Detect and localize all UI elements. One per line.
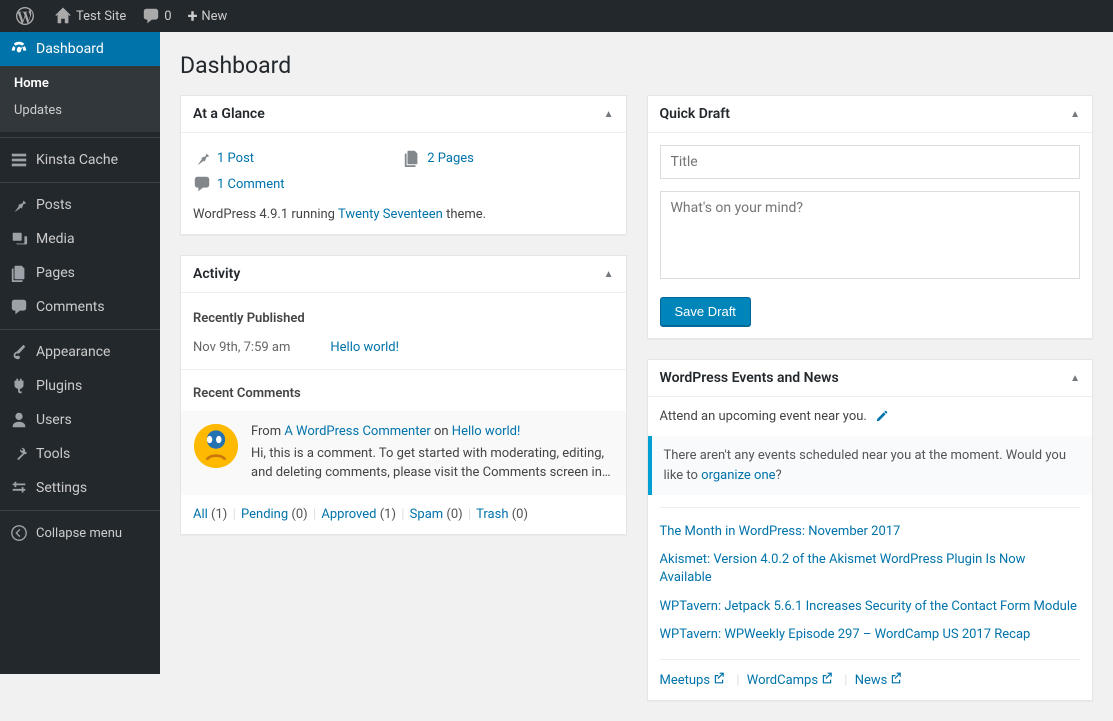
pages-icon (10, 264, 28, 282)
submenu-dashboard: Home Updates (0, 66, 160, 132)
comment-body: Hi, this is a comment. To get started wi… (251, 445, 614, 483)
pencil-icon[interactable] (874, 410, 888, 424)
kinsta-icon (10, 151, 28, 169)
news-link[interactable]: The Month in WordPress: November 2017 (660, 518, 1081, 546)
menu-tools[interactable]: Tools (0, 437, 160, 471)
comment-on: on (431, 424, 452, 439)
site-name: Test Site (76, 9, 126, 24)
wordcamps-link[interactable]: WordCamps (747, 673, 833, 688)
comments-icon (10, 298, 28, 316)
recent-comments-header: Recent Comments (193, 380, 614, 411)
wp-version-suffix: theme. (443, 207, 486, 222)
user-icon (10, 411, 28, 429)
toggle-activity[interactable]: ▲ (604, 269, 614, 280)
quick-draft-title: Quick Draft (660, 106, 730, 122)
quick-draft-box: Quick Draft ▲ Save Draft (647, 95, 1094, 339)
filter-all[interactable]: All (193, 507, 208, 522)
comment-post-link[interactable]: Hello world! (452, 424, 521, 439)
menu-kinsta-cache[interactable]: Kinsta Cache (0, 143, 160, 177)
attend-text: Attend an upcoming event near you. (660, 409, 867, 424)
collapse-icon (10, 524, 28, 542)
site-name-link[interactable]: Test Site (46, 0, 134, 32)
events-news-box: WordPress Events and News ▲ Attend an up… (647, 359, 1094, 701)
menu-users[interactable]: Users (0, 403, 160, 437)
at-a-glance-box: At a Glance ▲ 1 Post 2 Pages (180, 95, 627, 235)
comments-count: 0 (164, 9, 171, 24)
filter-trash[interactable]: Trash (476, 507, 508, 522)
menu-media[interactable]: Media (0, 222, 160, 256)
sliders-icon (10, 479, 28, 497)
menu-comments[interactable]: Comments (0, 290, 160, 324)
toggle-events[interactable]: ▲ (1070, 373, 1080, 384)
pin-icon (10, 196, 28, 214)
menu-appearance[interactable]: Appearance (0, 335, 160, 369)
activity-title: Activity (193, 266, 240, 282)
toggle-glance[interactable]: ▲ (604, 109, 614, 120)
draft-content-input[interactable] (660, 191, 1081, 279)
wordpress-icon (16, 7, 34, 25)
at-a-glance-title: At a Glance (193, 106, 265, 122)
activity-box: Activity ▲ Recently Published Nov 9th, 7… (180, 255, 627, 535)
filter-spam[interactable]: Spam (410, 507, 444, 522)
menu-settings[interactable]: Settings (0, 471, 160, 505)
wp-version-prefix: WordPress 4.9.1 running (193, 207, 338, 222)
pages-icon (403, 149, 421, 167)
comments-bubble[interactable]: 0 (134, 0, 179, 32)
main-content: Dashboard At a Glance ▲ 1 Post (160, 32, 1113, 721)
plugin-icon (10, 377, 28, 395)
menu-plugins[interactable]: Plugins (0, 369, 160, 403)
media-icon (10, 230, 28, 248)
published-date: Nov 9th, 7:59 am (193, 340, 290, 355)
page-title: Dashboard (180, 52, 1093, 79)
avatar (193, 423, 239, 469)
menu-dashboard[interactable]: Dashboard (0, 32, 160, 66)
news-footer-link[interactable]: News (855, 673, 903, 688)
news-link[interactable]: WPTavern: Jetpack 5.6.1 Increases Securi… (660, 593, 1081, 621)
comment-item: From A WordPress Commenter on Hello worl… (181, 411, 626, 495)
comment-icon (193, 175, 211, 193)
pin-icon (193, 149, 211, 167)
admin-sidebar: Dashboard Home Updates Kinsta Cache Post… (0, 32, 160, 674)
published-post-link[interactable]: Hello world! (330, 340, 399, 355)
draft-title-input[interactable] (660, 145, 1081, 179)
save-draft-button[interactable]: Save Draft (660, 297, 751, 326)
news-link[interactable]: WPTavern: WPWeekly Episode 297 – WordCam… (660, 621, 1081, 649)
theme-link[interactable]: Twenty Seventeen (338, 207, 443, 222)
events-title: WordPress Events and News (660, 370, 839, 386)
menu-posts[interactable]: Posts (0, 188, 160, 222)
wrench-icon (10, 445, 28, 463)
no-events-notice: There aren't any events scheduled near y… (648, 436, 1093, 495)
submenu-home[interactable]: Home (0, 70, 160, 97)
comment-icon (142, 7, 160, 25)
meetups-link[interactable]: Meetups (660, 673, 726, 688)
comment-from: From (251, 424, 284, 439)
wp-logo[interactable] (8, 0, 46, 32)
admin-bar: Test Site 0 + New (0, 0, 1113, 32)
filter-pending[interactable]: Pending (241, 507, 288, 522)
news-link[interactable]: Akismet: Version 4.0.2 of the Akismet Wo… (660, 546, 1081, 592)
menu-pages[interactable]: Pages (0, 256, 160, 290)
glance-comments-link[interactable]: 1 Comment (217, 177, 285, 192)
glance-pages-link[interactable]: 2 Pages (427, 151, 474, 166)
recently-published-header: Recently Published (193, 305, 614, 336)
glance-posts-link[interactable]: 1 Post (217, 151, 254, 166)
comment-filters: All (1) | Pending (0) | Approved (1) | S… (193, 495, 614, 522)
new-label: New (201, 9, 227, 24)
home-icon (54, 7, 72, 25)
new-content[interactable]: + New (180, 0, 236, 32)
toggle-quick-draft[interactable]: ▲ (1070, 109, 1080, 120)
collapse-menu[interactable]: Collapse menu (0, 516, 160, 550)
organize-link[interactable]: organize one (701, 468, 775, 483)
plus-icon: + (188, 6, 198, 27)
comment-author-link[interactable]: A WordPress Commenter (284, 424, 430, 439)
dashboard-icon (10, 40, 28, 58)
brush-icon (10, 343, 28, 361)
filter-approved[interactable]: Approved (321, 507, 376, 522)
submenu-updates[interactable]: Updates (0, 97, 160, 124)
